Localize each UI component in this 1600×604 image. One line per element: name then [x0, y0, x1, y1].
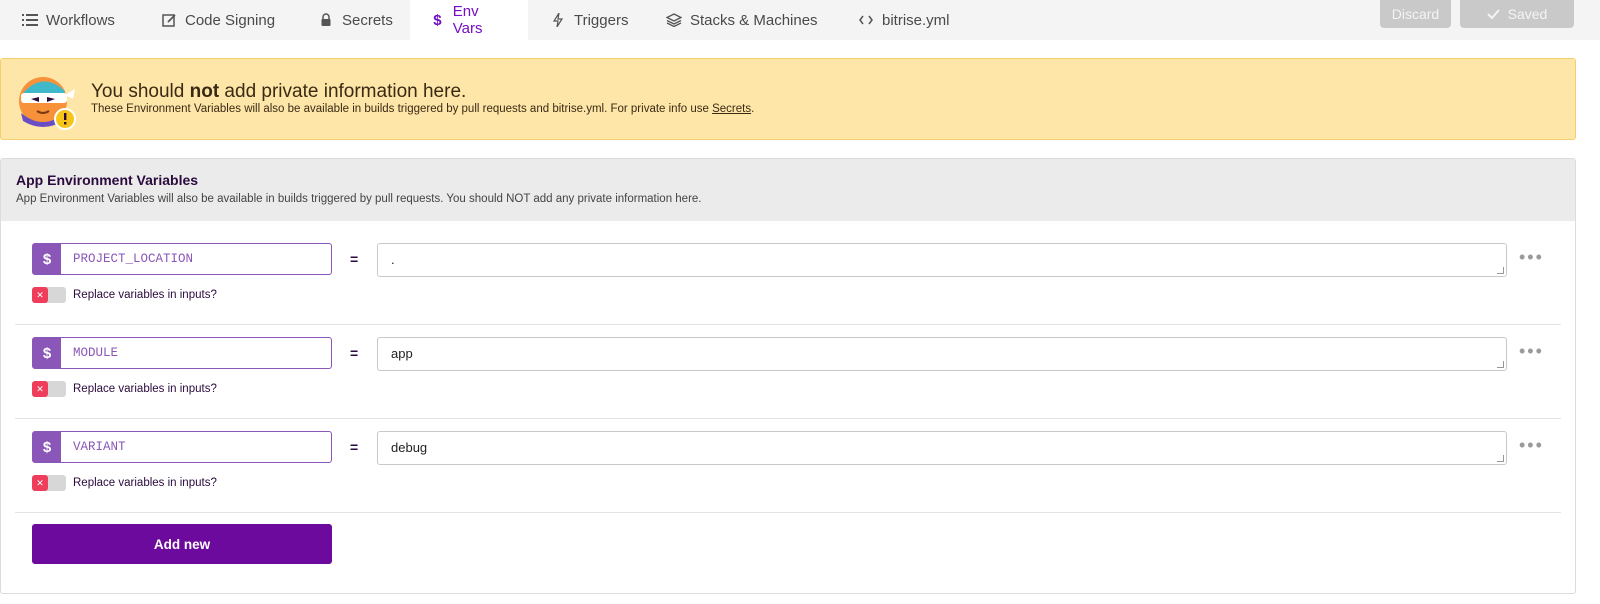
divider — [15, 512, 1561, 513]
code-icon — [858, 12, 874, 28]
saved-button[interactable]: Saved — [1460, 0, 1574, 28]
banner-subtitle: These Environment Variables will also be… — [91, 103, 755, 115]
more-options-icon[interactable]: ••• — [1519, 342, 1544, 360]
dollar-icon: $ — [33, 244, 61, 274]
tab-secrets[interactable]: Secrets — [298, 0, 413, 40]
tab-label: Stacks & Machines — [690, 11, 818, 29]
env-vars-card: App Environment Variables App Environmen… — [0, 158, 1576, 594]
bolt-icon — [550, 12, 566, 28]
banner-title: You should not add private information h… — [91, 81, 467, 102]
close-icon: ✕ — [32, 287, 48, 303]
ninja-bot-icon — [15, 69, 77, 131]
replace-variables-label: Replace variables in inputs? — [73, 383, 217, 395]
list-icon — [22, 12, 38, 28]
tab-stacks-machines[interactable]: Stacks & Machines — [646, 0, 838, 40]
dollar-icon: $ — [33, 338, 61, 368]
env-key-input[interactable] — [61, 244, 331, 274]
close-icon: ✕ — [32, 381, 48, 397]
replace-variables-label: Replace variables in inputs? — [73, 289, 217, 301]
dollar-icon: $ — [433, 11, 442, 29]
warning-banner: You should not add private information h… — [0, 58, 1576, 140]
env-value-input[interactable]: app — [377, 337, 1507, 371]
discard-label: Discard — [1391, 6, 1440, 22]
equals-sign: = — [350, 345, 359, 361]
tab-env-vars[interactable]: $ Env Vars — [410, 0, 528, 40]
replace-variables-toggle[interactable]: ✕ — [32, 475, 66, 491]
more-options-icon[interactable]: ••• — [1519, 436, 1544, 454]
divider — [15, 418, 1561, 419]
edit-icon — [161, 12, 177, 28]
tab-label: Env Vars — [452, 3, 483, 37]
saved-label: Saved — [1507, 6, 1548, 22]
discard-button[interactable]: Discard — [1380, 0, 1451, 28]
tab-workflows[interactable]: Workflows — [2, 0, 135, 40]
add-new-button[interactable]: Add new — [32, 524, 332, 564]
lock-icon — [318, 12, 334, 28]
replace-variables-toggle[interactable]: ✕ — [32, 381, 66, 397]
tab-triggers[interactable]: Triggers — [530, 0, 648, 40]
section-subtitle: App Environment Variables will also be a… — [16, 193, 702, 205]
close-icon: ✕ — [32, 475, 48, 491]
equals-sign: = — [350, 439, 359, 455]
section-title: App Environment Variables — [16, 172, 199, 188]
card-header: App Environment Variables App Environmen… — [1, 159, 1575, 221]
dollar-icon: $ — [33, 432, 61, 462]
tab-bar: Workflows Code Signing Secrets $ Env Var… — [0, 0, 1600, 40]
env-key-input[interactable] — [61, 432, 331, 462]
env-key-field: $ — [32, 431, 332, 463]
replace-variables-label: Replace variables in inputs? — [73, 477, 217, 489]
equals-sign: = — [350, 251, 359, 267]
tab-label: Workflows — [46, 11, 115, 29]
tab-label: Secrets — [342, 11, 393, 29]
env-key-field: $ — [32, 243, 332, 275]
replace-variables-toggle[interactable]: ✕ — [32, 287, 66, 303]
tab-code-signing[interactable]: Code Signing — [141, 0, 295, 40]
env-value-input[interactable]: debug — [377, 431, 1507, 465]
tab-bitrise-yml[interactable]: bitrise.yml — [838, 0, 970, 40]
tab-label: bitrise.yml — [882, 11, 950, 29]
more-options-icon[interactable]: ••• — [1519, 248, 1544, 266]
layers-icon — [666, 12, 682, 28]
divider — [15, 324, 1561, 325]
check-icon — [1486, 6, 1500, 22]
env-value-input[interactable]: . — [377, 243, 1507, 277]
env-key-input[interactable] — [61, 338, 331, 368]
tab-label: Triggers — [574, 11, 629, 29]
env-key-field: $ — [32, 337, 332, 369]
secrets-link[interactable]: Secrets — [712, 103, 751, 115]
tab-label: Code Signing — [185, 11, 276, 29]
